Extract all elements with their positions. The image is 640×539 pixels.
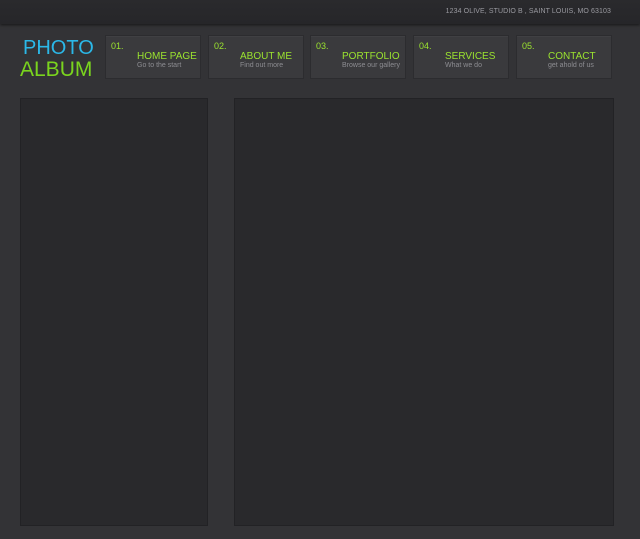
nav-item-number: 02. xyxy=(214,41,227,51)
nav-item-subtitle: get ahold of us xyxy=(548,62,594,69)
nav-item-home[interactable]: 01. HOME PAGE Go to the start xyxy=(105,35,201,79)
nav-item-services[interactable]: 04. SERVICES What we do xyxy=(413,35,509,79)
nav-item-subtitle: Browse our gallery xyxy=(342,62,400,69)
main-content-panel xyxy=(234,98,614,526)
nav-item-title: CONTACT xyxy=(548,51,596,62)
nav-item-subtitle: Go to the start xyxy=(137,62,182,69)
nav-item-contact[interactable]: 05. CONTACT get ahold of us xyxy=(516,35,612,79)
logo-photo-text: PHOTO xyxy=(23,37,94,59)
nav-item-subtitle: Find out more xyxy=(240,62,284,69)
logo-album-text: ALBUM xyxy=(20,58,93,81)
nav-item-number: 03. xyxy=(316,41,329,51)
sidebar-panel xyxy=(20,98,208,526)
nav-item-number: 01. xyxy=(111,41,124,51)
nav-item-about[interactable]: 02. ABOUT ME Find out more xyxy=(208,35,304,79)
nav-item-number: 04. xyxy=(419,41,432,51)
nav-item-number: 05. xyxy=(522,41,535,51)
nav-item-title: ABOUT ME xyxy=(240,51,293,62)
top-bar: 1234 OLIVE, STUDIO B , SAINT LOUIS, MO 6… xyxy=(0,0,640,24)
address-text: 1234 OLIVE, STUDIO B , SAINT LOUIS, MO 6… xyxy=(445,8,611,15)
nav-item-subtitle: What we do xyxy=(445,62,482,69)
nav-item-portfolio[interactable]: 03. PORTFOLIO Browse our gallery xyxy=(310,35,406,79)
nav-item-title: SERVICES xyxy=(445,51,496,62)
site-logo[interactable]: PHOTO ALBUM xyxy=(20,37,100,81)
nav-item-title: PORTFOLIO xyxy=(342,51,400,62)
nav-item-title: HOME PAGE xyxy=(137,51,197,62)
